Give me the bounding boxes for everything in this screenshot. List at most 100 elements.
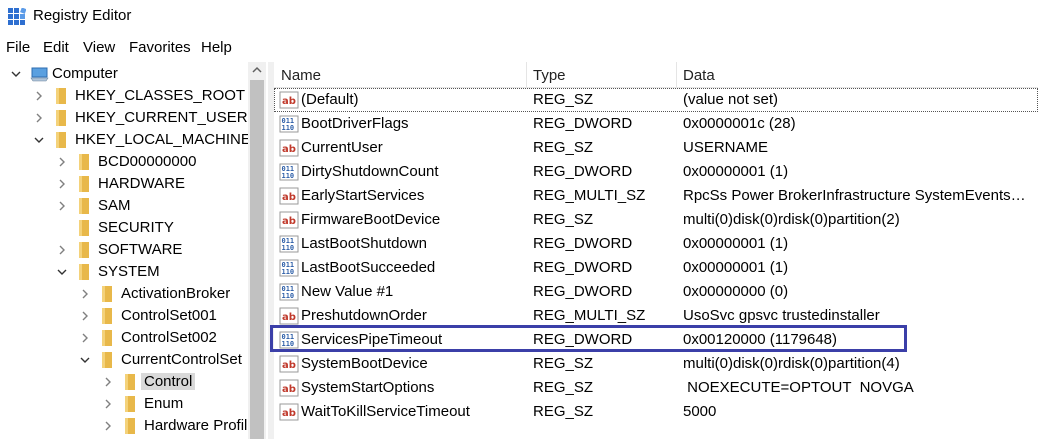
svg-text:110: 110 xyxy=(282,268,295,276)
menu-help[interactable]: Help xyxy=(201,39,232,56)
string-value-icon: ab xyxy=(279,306,299,326)
folder-icon xyxy=(99,307,117,325)
table-row[interactable]: ab FirmwareBootDevice REG_SZ multi(0)disk(0… xyxy=(274,208,1038,232)
svg-text:110: 110 xyxy=(282,124,295,132)
chevron-right-icon[interactable] xyxy=(102,375,114,389)
chevron-right-icon[interactable] xyxy=(56,155,68,169)
folder-icon xyxy=(53,109,71,127)
table-row[interactable]: ab WaitToKillServiceTimeout REG_SZ 5000 xyxy=(274,400,1038,424)
tree-item[interactable]: ControlSet001 xyxy=(0,305,248,327)
tree-item[interactable]: HARDWARE xyxy=(0,173,248,195)
chevron-down-icon[interactable] xyxy=(79,353,91,367)
tree-scrollbar[interactable] xyxy=(248,62,266,439)
binary-value-icon: 011 110 xyxy=(279,234,299,254)
tree-item[interactable]: HKEY_CURRENT_USER xyxy=(0,107,248,129)
table-row[interactable]: ab SystemBootDevice REG_SZ multi(0)disk(0)r… xyxy=(274,352,1038,376)
menu-favorites[interactable]: Favorites xyxy=(129,39,191,56)
tree-item[interactable]: Enum xyxy=(0,393,248,415)
tree-item[interactable]: CurrentControlSet xyxy=(0,349,248,371)
tree-item[interactable]: SOFTWARE xyxy=(0,239,248,261)
column-separator[interactable] xyxy=(676,62,677,88)
menu-edit[interactable]: Edit xyxy=(43,39,69,56)
tree-item[interactable]: SAM xyxy=(0,195,248,217)
value-type: REG_DWORD xyxy=(533,115,633,132)
tree-item-label: ControlSet001 xyxy=(121,307,217,324)
chevron-right-icon[interactable] xyxy=(79,331,91,345)
chevron-right-icon[interactable] xyxy=(56,199,68,213)
chevron-right-icon[interactable] xyxy=(56,243,68,257)
tree-item-label: SECURITY xyxy=(98,219,174,236)
tree-item-label: BCD00000000 xyxy=(98,153,197,170)
table-row[interactable]: 011 110 LastBootSucceeded REG_DWORD 0x000000… xyxy=(274,256,1038,280)
column-header-name[interactable]: Name xyxy=(281,62,321,88)
registry-editor-icon xyxy=(8,8,26,26)
column-header-type[interactable]: Type xyxy=(533,62,566,88)
value-name: (Default) xyxy=(301,91,359,108)
binary-value-icon: 011 110 xyxy=(279,258,299,278)
chevron-down-icon[interactable] xyxy=(10,67,22,81)
chevron-right-icon[interactable] xyxy=(33,111,45,125)
column-header-data[interactable]: Data xyxy=(683,62,715,88)
chevron-right-icon[interactable] xyxy=(79,287,91,301)
binary-value-icon: 011 110 xyxy=(279,114,299,134)
scroll-up-arrow-icon[interactable] xyxy=(248,62,266,79)
window-title: Registry Editor xyxy=(33,7,132,24)
value-type: REG_MULTI_SZ xyxy=(533,307,646,324)
value-data: 0x00000001 (1) xyxy=(683,259,789,276)
table-row[interactable]: ab CurrentUser REG_SZ USERNAME xyxy=(274,136,1038,160)
value-name: FirmwareBootDevice xyxy=(301,211,441,228)
folder-icon xyxy=(53,87,71,105)
chevron-right-icon[interactable] xyxy=(102,397,114,411)
value-name: BootDriverFlags xyxy=(301,115,409,132)
tree-item[interactable]: HKEY_CLASSES_ROOT xyxy=(0,85,248,107)
folder-icon xyxy=(76,263,94,281)
tree-item-label: HKEY_CURRENT_USER xyxy=(75,109,248,126)
tree-item[interactable]: SECURITY xyxy=(0,217,248,239)
chevron-right-icon[interactable] xyxy=(102,419,114,433)
column-separator[interactable] xyxy=(526,62,527,88)
value-data: multi(0)disk(0)rdisk(0)partition(2) xyxy=(683,211,900,228)
table-row[interactable]: 011 110 New Value #1 REG_DWORD 0x00000000 (0… xyxy=(274,280,1038,304)
svg-text:ab: ab xyxy=(282,144,296,155)
chevron-down-icon[interactable] xyxy=(33,133,45,147)
value-data: USERNAME xyxy=(683,139,769,156)
table-row[interactable]: ab (Default) REG_SZ (value not set) xyxy=(274,88,1038,112)
chevron-right-icon[interactable] xyxy=(56,177,68,191)
value-type: REG_SZ xyxy=(533,91,594,108)
table-row[interactable]: ab EarlyStartServices REG_MULTI_SZ RpcSs Po… xyxy=(274,184,1038,208)
svg-text:ab: ab xyxy=(282,384,296,395)
svg-text:110: 110 xyxy=(282,172,295,180)
tree-item[interactable]: HKEY_LOCAL_MACHINE xyxy=(0,129,251,151)
menu-view[interactable]: View xyxy=(83,39,115,56)
computer-icon xyxy=(30,65,49,83)
scroll-thumb[interactable] xyxy=(250,80,264,439)
tree-item[interactable]: Computer xyxy=(0,63,248,85)
tree-item[interactable]: BCD00000000 xyxy=(0,151,248,173)
table-row[interactable]: 011 110 BootDriverFlags REG_DWORD 0x0000001c… xyxy=(274,112,1038,136)
table-row[interactable]: 011 110 DirtyShutdownCount REG_DWORD 0x00000… xyxy=(274,160,1038,184)
menu-file[interactable]: File xyxy=(6,39,30,56)
value-data: RpcSs Power BrokerInfrastructure SystemE… xyxy=(683,187,1033,204)
tree-item[interactable]: Control xyxy=(0,371,248,393)
chevron-down-icon[interactable] xyxy=(56,265,68,279)
tree-item[interactable]: SYSTEM xyxy=(0,261,248,283)
table-row[interactable]: 011 110 LastBootShutdown REG_DWORD 0x0000000… xyxy=(274,232,1038,256)
chevron-right-icon[interactable] xyxy=(79,309,91,323)
binary-value-icon: 011 110 xyxy=(279,282,299,302)
chevron-right-icon[interactable] xyxy=(33,89,45,103)
value-type: REG_MULTI_SZ xyxy=(533,187,646,204)
folder-icon xyxy=(76,175,94,193)
value-name: PreshutdownOrder xyxy=(301,307,427,324)
tree-item[interactable]: ActivationBroker xyxy=(0,283,248,305)
value-data: 0x00000001 (1) xyxy=(683,163,789,180)
value-name: LastBootShutdown xyxy=(301,235,427,252)
table-row[interactable]: ab SystemStartOptions REG_SZ NOEXECUTE=OPT… xyxy=(274,376,1038,400)
value-name: LastBootSucceeded xyxy=(301,259,436,276)
folder-icon xyxy=(76,219,94,237)
tree-item[interactable]: ControlSet002 xyxy=(0,327,248,349)
key-tree[interactable]: Computer HKEY_CLASSES_ROOT HKEY_CURRENT_US… xyxy=(0,62,268,439)
tree-item[interactable]: Hardware Profil xyxy=(0,415,248,437)
list-header: Name Type Data xyxy=(274,62,1038,88)
menu-bar: File Edit View Favorites Help xyxy=(0,36,1038,60)
values-list: Name Type Data ab (Default) REG_SZ (value n… xyxy=(274,62,1038,439)
